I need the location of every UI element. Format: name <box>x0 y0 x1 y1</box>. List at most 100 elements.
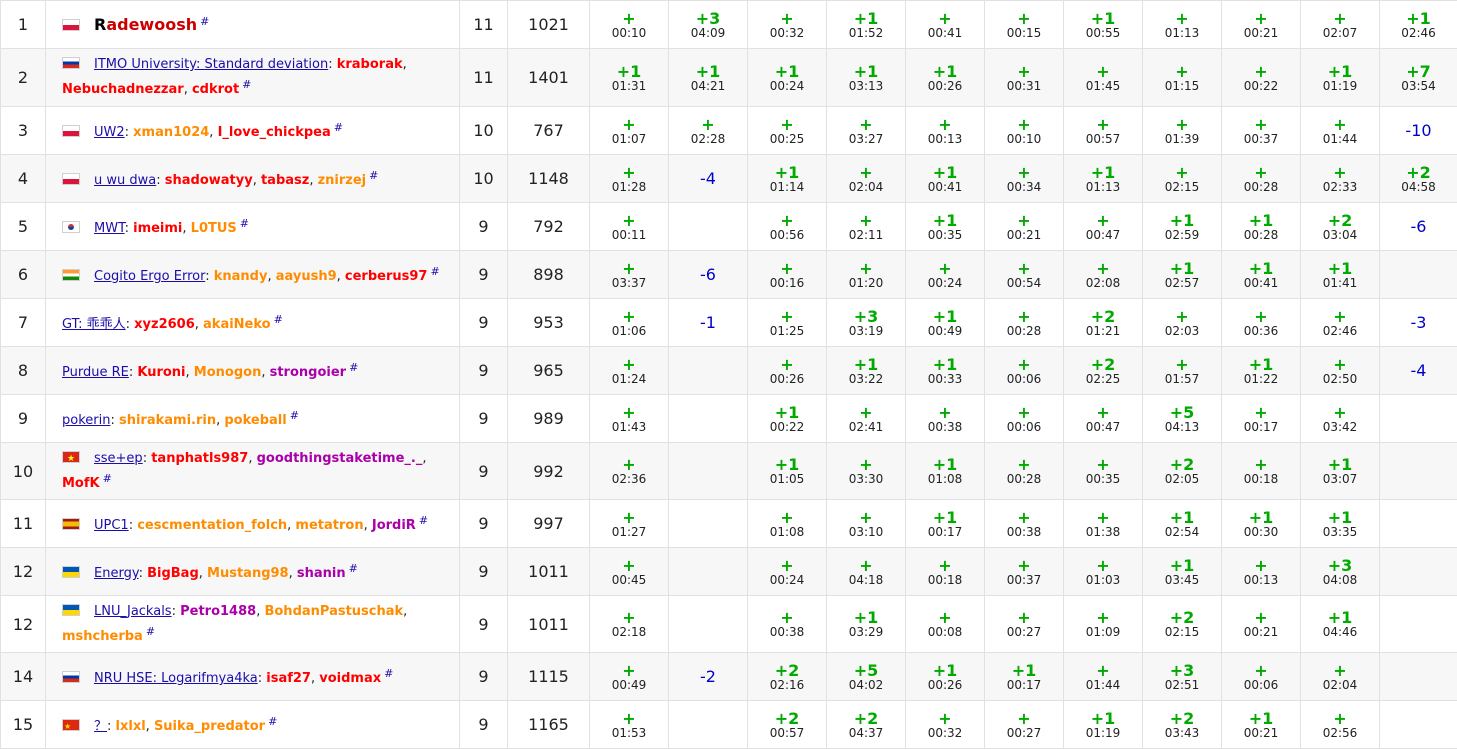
problem-cell[interactable]: +00:15 <box>985 1 1064 49</box>
problem-cell[interactable]: +02:11 <box>827 203 906 251</box>
problem-cell[interactable]: +01:06 <box>590 299 669 347</box>
team-name-link[interactable]: NRU HSE: Logarifmya4ka <box>94 671 258 686</box>
problem-cell[interactable]: +00:24 <box>748 548 827 596</box>
problem-cell[interactable]: +100:17 <box>985 653 1064 701</box>
problem-cell[interactable]: +01:20 <box>827 251 906 299</box>
member-handle[interactable]: kraborak <box>337 57 403 72</box>
member-handle[interactable]: voidmax <box>319 671 381 686</box>
problem-cell[interactable]: +02:56 <box>1301 701 1380 749</box>
problem-cell[interactable]: -4 <box>1380 347 1457 395</box>
problem-cell[interactable]: +102:54 <box>1143 500 1222 548</box>
problem-cell[interactable]: +104:46 <box>1301 596 1380 653</box>
problem-cell[interactable]: +00:06 <box>1222 653 1301 701</box>
problem-cell[interactable]: +100:35 <box>906 203 985 251</box>
problem-cell[interactable]: +100:33 <box>906 347 985 395</box>
problem-cell[interactable]: -6 <box>669 251 748 299</box>
member-handle[interactable]: L0TUS <box>191 221 237 236</box>
problem-cell[interactable]: +02:36 <box>590 443 669 500</box>
problem-cell[interactable]: +101:13 <box>1064 155 1143 203</box>
problem-cell[interactable]: +02:41 <box>827 395 906 443</box>
problem-cell[interactable]: +00:28 <box>1222 155 1301 203</box>
member-handle[interactable]: Suika_predator <box>154 719 265 734</box>
problem-cell[interactable]: +101:05 <box>748 443 827 500</box>
problem-cell[interactable]: +02:18 <box>590 596 669 653</box>
hash-link[interactable]: # <box>334 121 343 134</box>
hash-link[interactable]: # <box>268 715 277 728</box>
member-handle[interactable]: Nebuchadnezzar <box>62 82 184 97</box>
team-name-link[interactable]: LNU_Jackals <box>94 604 172 619</box>
problem-cell[interactable]: +03:30 <box>827 443 906 500</box>
problem-cell[interactable]: +01:24 <box>590 347 669 395</box>
problem-cell[interactable]: +00:27 <box>985 701 1064 749</box>
problem-cell[interactable]: +104:21 <box>669 49 748 107</box>
problem-cell[interactable]: +01:27 <box>590 500 669 548</box>
problem-cell[interactable] <box>669 701 748 749</box>
problem-cell[interactable]: +101:31 <box>590 49 669 107</box>
problem-cell[interactable]: +103:07 <box>1301 443 1380 500</box>
problem-cell[interactable]: +00:47 <box>1064 203 1143 251</box>
team-name-link[interactable]: UPC1 <box>94 518 129 533</box>
problem-cell[interactable]: +304:09 <box>669 1 748 49</box>
team-name-link[interactable]: Energy <box>94 566 139 581</box>
problem-cell[interactable]: +200:57 <box>748 701 827 749</box>
team-name-link[interactable]: ITMO University: Standard deviation <box>94 57 328 72</box>
member-handle[interactable]: lxlxl <box>116 719 146 734</box>
problem-cell[interactable]: +00:31 <box>985 49 1064 107</box>
problem-cell[interactable]: +302:51 <box>1143 653 1222 701</box>
problem-cell[interactable]: +03:10 <box>827 500 906 548</box>
problem-cell[interactable]: +00:21 <box>1222 1 1301 49</box>
hash-link[interactable]: # <box>349 562 358 575</box>
hash-link[interactable]: # <box>103 472 112 485</box>
member-handle[interactable]: tabasz <box>261 173 309 188</box>
problem-cell[interactable]: +01:09 <box>1064 596 1143 653</box>
problem-cell[interactable]: +504:13 <box>1143 395 1222 443</box>
problem-cell[interactable] <box>1380 251 1457 299</box>
problem-cell[interactable]: +02:50 <box>1301 347 1380 395</box>
member-handle[interactable]: BohdanPastuschak <box>264 604 403 619</box>
problem-cell[interactable]: +100:30 <box>1222 500 1301 548</box>
problem-cell[interactable]: +00:54 <box>985 251 1064 299</box>
problem-cell[interactable] <box>669 596 748 653</box>
member-handle[interactable]: Radewoosh <box>94 15 197 34</box>
problem-cell[interactable]: +00:08 <box>906 596 985 653</box>
member-handle[interactable]: shanin <box>297 566 346 581</box>
member-handle[interactable]: goodthingstaketime_._ <box>257 451 423 466</box>
problem-cell[interactable]: +00:38 <box>985 500 1064 548</box>
problem-cell[interactable]: +00:16 <box>748 251 827 299</box>
problem-cell[interactable]: +00:56 <box>748 203 827 251</box>
problem-cell[interactable]: +100:24 <box>748 49 827 107</box>
problem-cell[interactable]: +00:35 <box>1064 443 1143 500</box>
problem-cell[interactable]: +01:07 <box>590 107 669 155</box>
problem-cell[interactable]: +100:41 <box>906 155 985 203</box>
member-handle[interactable]: knandy <box>214 269 268 284</box>
problem-cell[interactable]: +01:43 <box>590 395 669 443</box>
problem-cell[interactable] <box>669 395 748 443</box>
problem-cell[interactable]: +102:59 <box>1143 203 1222 251</box>
problem-cell[interactable] <box>1380 500 1457 548</box>
problem-cell[interactable]: +00:37 <box>985 548 1064 596</box>
problem-cell[interactable]: +101:08 <box>906 443 985 500</box>
problem-cell[interactable]: +01:44 <box>1064 653 1143 701</box>
problem-cell[interactable]: +03:27 <box>827 107 906 155</box>
problem-cell[interactable]: +01:53 <box>590 701 669 749</box>
problem-cell[interactable]: +00:21 <box>1222 596 1301 653</box>
member-handle[interactable]: aayush9 <box>276 269 337 284</box>
problem-cell[interactable]: +202:16 <box>748 653 827 701</box>
problem-cell[interactable]: +101:19 <box>1301 49 1380 107</box>
problem-cell[interactable]: +02:46 <box>1301 299 1380 347</box>
problem-cell[interactable]: +203:04 <box>1301 203 1380 251</box>
problem-cell[interactable]: +100:41 <box>1222 251 1301 299</box>
hash-link[interactable]: # <box>384 667 393 680</box>
problem-cell[interactable] <box>669 500 748 548</box>
hash-link[interactable]: # <box>419 514 428 527</box>
problem-cell[interactable]: +01:45 <box>1064 49 1143 107</box>
problem-cell[interactable]: +201:21 <box>1064 299 1143 347</box>
problem-cell[interactable]: +00:10 <box>985 107 1064 155</box>
problem-cell[interactable]: +103:13 <box>827 49 906 107</box>
problem-cell[interactable]: -3 <box>1380 299 1457 347</box>
problem-cell[interactable]: +101:19 <box>1064 701 1143 749</box>
problem-cell[interactable]: +100:22 <box>748 395 827 443</box>
problem-cell[interactable]: +00:17 <box>1222 395 1301 443</box>
problem-cell[interactable]: +103:29 <box>827 596 906 653</box>
problem-cell[interactable]: +01:15 <box>1143 49 1222 107</box>
